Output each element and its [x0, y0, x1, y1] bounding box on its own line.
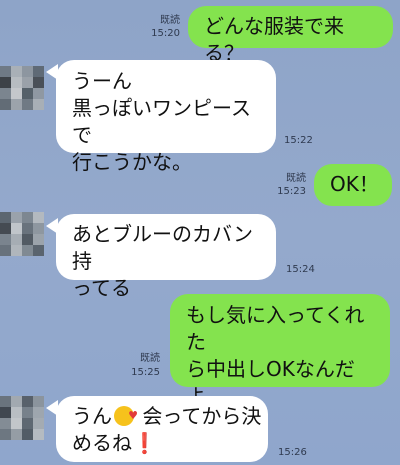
message-time: 15:23 [277, 186, 306, 197]
message-bubble[interactable]: もし気に入ってくれた ら中出しOKなんだよ ね？ [170, 294, 390, 435]
read-receipt: 既読 [160, 15, 180, 26]
message-bubble[interactable]: うーん 黒っぽいワンピースで 行こうかな。 [56, 60, 276, 174]
message-time: 15:26 [278, 447, 307, 458]
message-time: 15:20 [151, 28, 180, 39]
message-time: 15:22 [284, 135, 313, 146]
message-text: 会ってから決 [136, 404, 262, 428]
message-line-2: めるね❗ [72, 430, 252, 457]
avatar[interactable] [0, 66, 44, 110]
read-receipt: 既読 [286, 173, 306, 184]
avatar[interactable] [0, 396, 44, 440]
message-bubble[interactable]: あとブルーのカバン持 ってる [56, 214, 276, 300]
message-line-1: うん 会ってから決 [72, 402, 261, 430]
read-receipt: 既読 [140, 353, 160, 364]
message-text: うん [72, 404, 112, 428]
message-bubble[interactable]: どんな服装で来る？ [188, 6, 393, 65]
avatar[interactable] [0, 212, 44, 256]
message-time: 15:24 [286, 264, 315, 275]
message-time: 15:25 [131, 367, 160, 378]
message-bubble[interactable]: うん 会ってから決 めるね❗ [56, 396, 268, 462]
message-bubble[interactable]: OK！ [314, 164, 392, 206]
message-text: めるね [72, 431, 132, 455]
kiss-face-icon [114, 402, 138, 429]
exclamation-icon: ❗ [132, 431, 157, 455]
